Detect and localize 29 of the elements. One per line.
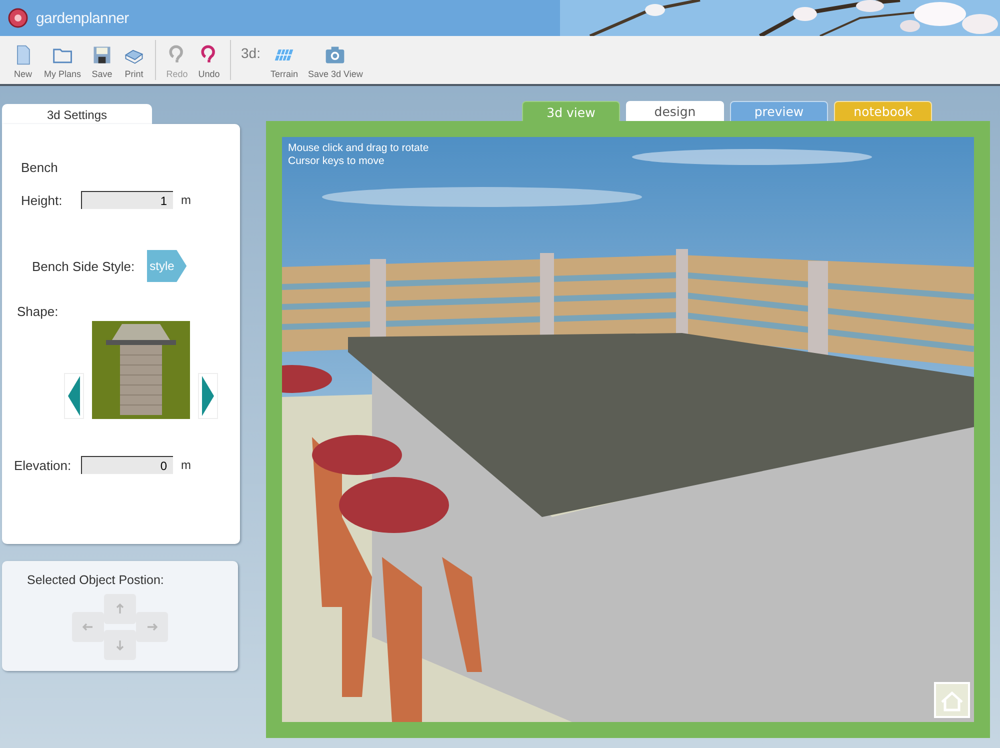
print-button[interactable]: Print bbox=[119, 40, 150, 80]
unit-label: m bbox=[181, 193, 191, 207]
view-tab[interactable]: design bbox=[626, 101, 724, 121]
previous-shape-button[interactable] bbox=[64, 373, 84, 419]
unit-label: m bbox=[181, 458, 191, 472]
toolbar-section-label: 3d: bbox=[241, 45, 260, 61]
undo-button[interactable]: Undo bbox=[194, 40, 224, 80]
field-label: Bench Side Style: bbox=[32, 258, 135, 274]
object-name: Bench bbox=[20, 160, 59, 175]
app-title: gardenplanner bbox=[36, 10, 129, 26]
field-label: Elevation: bbox=[14, 458, 72, 472]
height-field[interactable]: 1 bbox=[81, 191, 173, 209]
save-button[interactable]: Save bbox=[87, 40, 118, 80]
triangle-right-icon bbox=[202, 376, 214, 416]
field-label: Shape: bbox=[16, 304, 60, 319]
field-label: Height: bbox=[21, 192, 64, 208]
viewport-hint: Cursor keys to move bbox=[288, 155, 386, 168]
next-shape-button[interactable] bbox=[198, 373, 218, 419]
new-button[interactable]: New bbox=[8, 40, 38, 80]
viewport-hint: Mouse click and drag to rotate bbox=[288, 142, 429, 155]
triangle-left-icon bbox=[68, 376, 80, 416]
elevation-field[interactable]: 0 bbox=[81, 456, 173, 474]
terrain-button[interactable]: Terrain bbox=[266, 40, 302, 80]
panel-title: Selected Object Postion: bbox=[26, 573, 165, 587]
house-icon[interactable] bbox=[934, 682, 970, 718]
open-button[interactable]: My Plans bbox=[40, 40, 86, 80]
flower-logo-icon bbox=[8, 8, 28, 28]
camera-button[interactable]: Save 3d View bbox=[304, 40, 367, 80]
panel-tab[interactable]: 3d Settings bbox=[2, 104, 152, 124]
